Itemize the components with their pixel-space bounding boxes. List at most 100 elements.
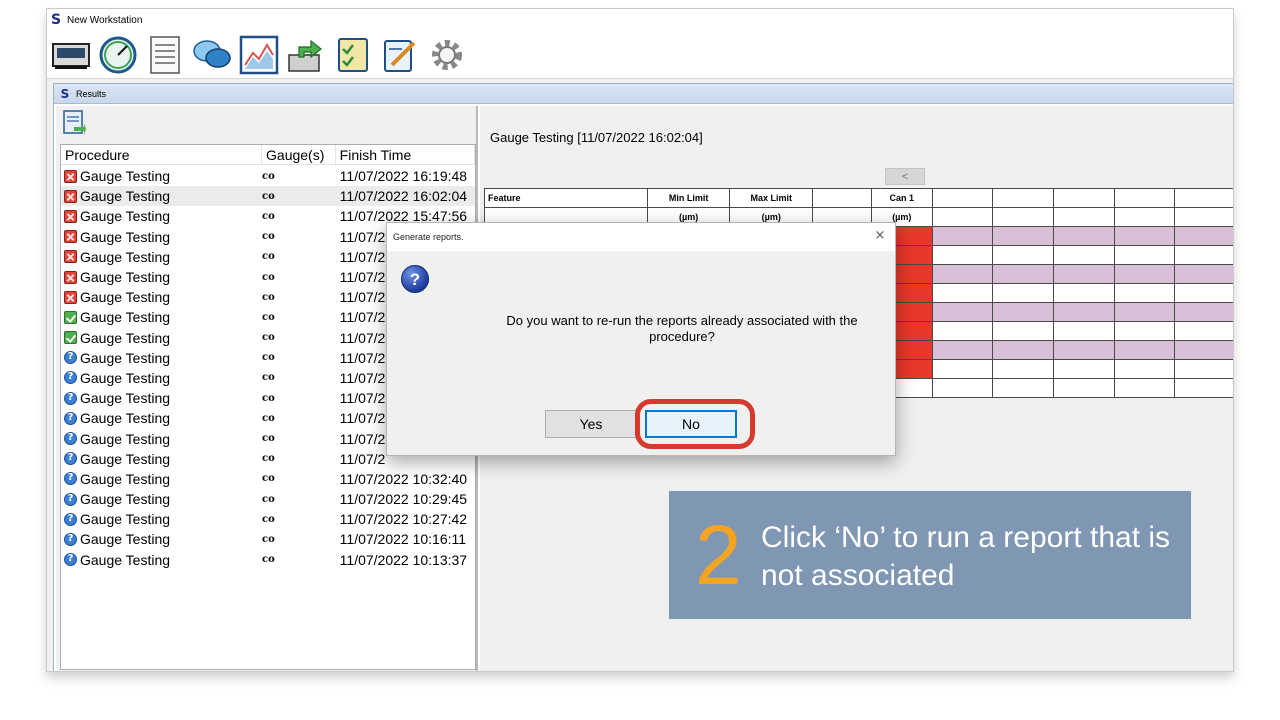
procedure-cell: Gauge Testing bbox=[61, 511, 262, 527]
report-button[interactable] bbox=[60, 108, 88, 138]
procedure-row[interactable]: Gauge Testing co 11/07/2022 16:19:48 bbox=[61, 166, 475, 186]
procedure-name: Gauge Testing bbox=[80, 369, 171, 386]
instruction-callout: 2 Click ‘No’ to run a report that is not… bbox=[668, 490, 1192, 620]
gear-icon bbox=[432, 39, 462, 70]
settings-button[interactable] bbox=[425, 34, 469, 76]
extra-cell bbox=[992, 245, 1055, 265]
extra-cell bbox=[931, 264, 994, 284]
procedure-row[interactable]: Gauge Testing co 11/07/2022 10:27:42 bbox=[61, 509, 475, 529]
extra-cell bbox=[1174, 283, 1233, 303]
workstation-button[interactable] bbox=[49, 34, 93, 76]
extra-cell bbox=[1053, 283, 1115, 303]
gauge-cell: co bbox=[262, 412, 275, 424]
procedure-cell: Gauge Testing bbox=[61, 188, 262, 204]
data-sheet-icon bbox=[150, 35, 180, 74]
results-titlebar: S Results bbox=[54, 84, 1233, 104]
gauge-cell: co bbox=[262, 332, 275, 344]
extra-cell bbox=[992, 321, 1055, 341]
procedure-cell: Gauge Testing bbox=[61, 410, 262, 426]
header-extra bbox=[1174, 188, 1233, 208]
header-min-limit: Min Limit bbox=[646, 188, 731, 208]
extra-cell bbox=[992, 226, 1055, 246]
chart-button[interactable] bbox=[237, 34, 281, 76]
extra-cell bbox=[1174, 378, 1233, 398]
procedure-cell: Gauge Testing bbox=[61, 370, 262, 386]
passed-status-icon bbox=[64, 331, 77, 345]
column-header-gauges[interactable]: Gauge(s) bbox=[262, 145, 336, 164]
extra-cell bbox=[1174, 321, 1233, 341]
scroll-left-button[interactable]: < bbox=[885, 168, 925, 185]
extra-cell bbox=[1113, 302, 1176, 322]
dialog-message: Do you want to re-run the reports alread… bbox=[506, 313, 858, 344]
chart-icon bbox=[239, 35, 279, 74]
edit-form-button[interactable] bbox=[378, 34, 422, 76]
extra-cell bbox=[1113, 245, 1176, 265]
results-logo-icon: S bbox=[60, 86, 70, 101]
data-sheet-button[interactable] bbox=[143, 34, 187, 76]
failed-status-icon bbox=[64, 230, 77, 244]
chat-button[interactable] bbox=[190, 34, 234, 76]
yes-button[interactable]: Yes bbox=[545, 410, 637, 438]
procedure-name: Gauge Testing bbox=[80, 531, 171, 548]
extra-cell bbox=[1053, 226, 1115, 246]
units-extra bbox=[931, 207, 994, 227]
procedure-row[interactable]: Gauge Testing co 11/07/2022 16:02:04 bbox=[61, 186, 475, 207]
column-header-finish-time[interactable]: Finish Time bbox=[336, 145, 475, 164]
gauge-cell: co bbox=[262, 271, 275, 283]
extra-cell bbox=[1113, 226, 1176, 246]
workstation-icon bbox=[52, 42, 90, 69]
procedure-row[interactable]: Gauge Testing co 11/07/2022 10:29:45 bbox=[61, 489, 475, 509]
procedure-cell: Gauge Testing bbox=[61, 451, 262, 467]
main-toolbar bbox=[47, 31, 1233, 79]
step-text: Click ‘No’ to run a report that is not a… bbox=[761, 521, 1171, 592]
extra-cell bbox=[992, 359, 1055, 379]
extra-cell bbox=[1174, 264, 1233, 284]
failed-status-icon bbox=[64, 250, 77, 264]
procedure-name: Gauge Testing bbox=[80, 309, 171, 326]
procedure-row[interactable]: Gauge Testing co 11/07/2022 10:13:37 bbox=[61, 550, 475, 570]
pending-status-icon bbox=[64, 371, 77, 385]
checklist-button[interactable] bbox=[331, 34, 375, 76]
no-button[interactable]: No bbox=[645, 410, 737, 438]
procedure-cell: Gauge Testing bbox=[61, 491, 262, 507]
export-button[interactable] bbox=[284, 34, 328, 76]
chat-bubbles-icon bbox=[193, 39, 231, 68]
extra-cell bbox=[1053, 340, 1115, 360]
extra-cell bbox=[1113, 359, 1176, 379]
procedure-cell: Gauge Testing bbox=[61, 249, 262, 265]
gauge-cell: co bbox=[262, 392, 275, 404]
procedure-row[interactable]: Gauge Testing co 11/07/2022 10:16:11 bbox=[61, 529, 475, 549]
column-header-procedure[interactable]: Procedure bbox=[61, 145, 263, 164]
checklist-icon bbox=[338, 37, 368, 72]
finish-time-cell: 11/07/2022 16:02:04 bbox=[339, 188, 468, 205]
extra-cell bbox=[1113, 321, 1176, 341]
units-extra bbox=[1174, 207, 1233, 227]
extra-cell bbox=[1053, 359, 1115, 379]
finish-time-cell: 11/07/2022 10:29:45 bbox=[339, 491, 468, 508]
procedure-name: Gauge Testing bbox=[80, 450, 171, 467]
header-can: Can 1 bbox=[870, 188, 933, 208]
finish-time-cell: 11/07/2022 10:16:11 bbox=[339, 531, 467, 548]
procedure-cell: Gauge Testing bbox=[61, 471, 262, 487]
gauge-cell: co bbox=[262, 513, 275, 525]
failed-status-icon bbox=[64, 270, 77, 284]
edit-form-icon bbox=[384, 39, 416, 72]
gauge-cell: co bbox=[262, 493, 275, 505]
gauge-dial-button[interactable] bbox=[96, 34, 140, 76]
failed-status-icon bbox=[64, 169, 77, 183]
extra-cell bbox=[931, 359, 994, 379]
question-icon: ? bbox=[401, 265, 429, 293]
header-max-limit: Max Limit bbox=[729, 188, 814, 208]
procedure-cell: Gauge Testing bbox=[61, 168, 262, 184]
procedure-cell: Gauge Testing bbox=[61, 229, 262, 245]
pending-status-icon bbox=[64, 411, 77, 425]
procedure-row[interactable]: Gauge Testing co 11/07/2022 10:32:40 bbox=[61, 469, 475, 489]
pending-status-icon bbox=[64, 472, 77, 486]
extra-cell bbox=[1113, 283, 1176, 303]
gauge-cell: co bbox=[262, 190, 275, 202]
procedure-cell: Gauge Testing bbox=[61, 431, 262, 447]
close-icon[interactable]: × bbox=[873, 229, 887, 243]
finish-time-cell: 11/07/2022 16:19:48 bbox=[339, 168, 468, 185]
procedure-name: Gauge Testing bbox=[80, 511, 171, 528]
finish-time-cell: 11/07/2022 10:13:37 bbox=[339, 551, 468, 568]
